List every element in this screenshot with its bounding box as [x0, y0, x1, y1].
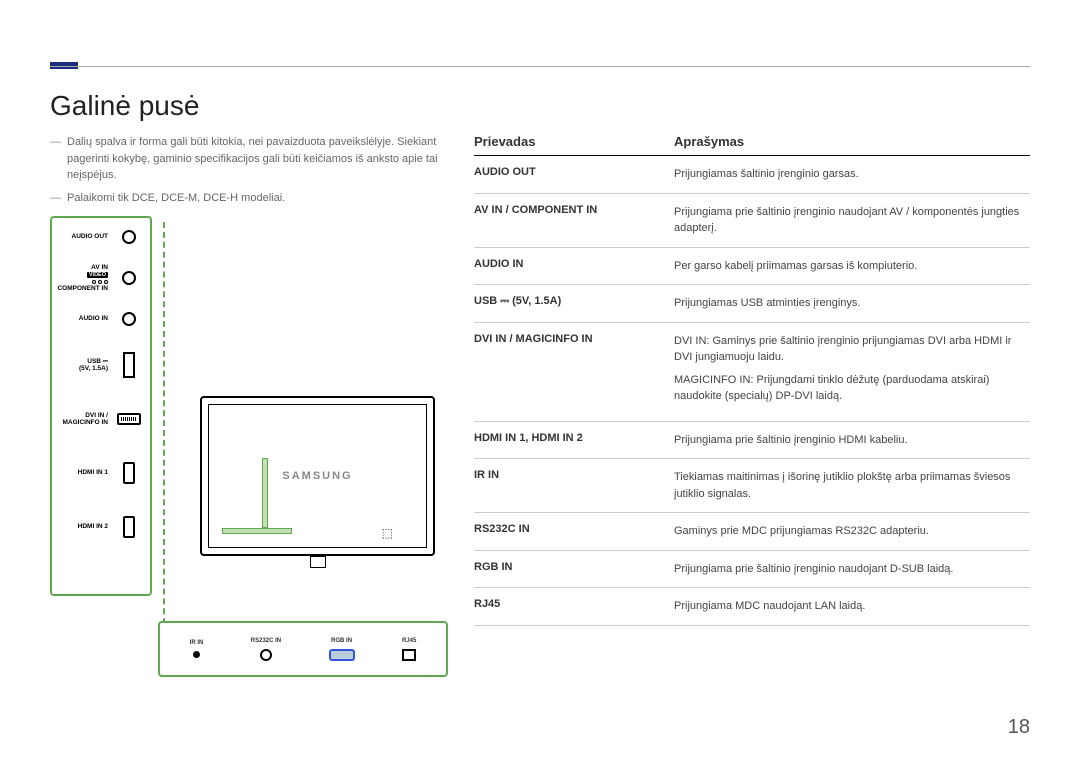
port-label: USB ⎓ (5V, 1.5A): [52, 358, 114, 372]
left-column: ― Dalių spalva ir forma gali būti kitoki…: [50, 134, 450, 716]
magicinfo-in-label: MAGICINFO IN: [52, 419, 108, 426]
table-row: AUDIO IN Per garso kabelį priimamas gars…: [474, 248, 1030, 286]
av-in-label: AV IN: [52, 264, 108, 271]
row-desc: Tiekiamas maitinimas į išorinę jutiklio …: [674, 469, 1030, 502]
port-hdmi-2: HDMI IN 2: [52, 500, 150, 554]
port-rj45: RJ45: [402, 638, 416, 661]
row-desc: Prijungiama prie šaltinio įrenginio HDMI…: [674, 432, 1030, 449]
table-row: IR IN Tiekiamas maitinimas į išorinę jut…: [474, 459, 1030, 513]
row-desc: Gaminys prie MDC prijungiamas RS232C ada…: [674, 523, 1030, 540]
port-label: DVI IN / MAGICINFO IN: [52, 412, 114, 426]
right-column: Prievadas Aprašymas AUDIO OUT Prijungiam…: [474, 134, 1030, 716]
vga-port-icon: [329, 649, 355, 661]
row-desc-para1: DVI IN: Gaminys prie šaltinio įrenginio …: [674, 333, 1030, 366]
port-label: HDMI IN 1: [52, 469, 114, 476]
table-row: AUDIO OUT Prijungiamas šaltinio įrengini…: [474, 156, 1030, 194]
port-label: AV IN VIDEO COMPONENT IN: [52, 264, 114, 291]
port-label: RGB IN: [331, 638, 352, 644]
row-port: USB ⎓ (5V, 1.5A): [474, 295, 674, 312]
note-1-text: Dalių spalva ir forma gali būti kitokia,…: [67, 134, 450, 184]
port-hdmi-1: HDMI IN 1: [52, 446, 150, 500]
row-desc: DVI IN: Gaminys prie šaltinio įrenginio …: [674, 333, 1030, 411]
port-rs232c-in: RS232C IN: [251, 638, 281, 661]
table-row: HDMI IN 1, HDMI IN 2 Prijungiama prie ša…: [474, 422, 1030, 460]
port-label: AUDIO IN: [52, 315, 114, 322]
usb-spec-label: (5V, 1.5A): [52, 365, 108, 372]
content-area: ― Dalių spalva ir forma gali būti kitoki…: [50, 134, 1030, 716]
dvi-port-icon: [117, 413, 141, 425]
port-usb: USB ⎓ (5V, 1.5A): [52, 338, 150, 392]
table-header-desc: Aprašymas: [674, 134, 1030, 149]
table-row: DVI IN / MAGICINFO IN DVI IN: Gaminys pr…: [474, 323, 1030, 422]
kensington-lock-icon: ⬚: [382, 526, 393, 540]
page-title: Galinė pusė: [50, 90, 1030, 122]
audio-jack-icon: [122, 271, 136, 285]
row-port: RJ45: [474, 598, 674, 615]
connector-line-vertical: [163, 222, 165, 644]
diagram-area: AUDIO OUT AV IN VIDEO COMPONENT IN AUDIO…: [50, 216, 450, 716]
table-row: USB ⎓ (5V, 1.5A) Prijungiamas USB atmint…: [474, 285, 1030, 323]
bottom-port-panel: IR IN RS232C IN RGB IN RJ45: [158, 621, 448, 677]
port-ir-in: IR IN: [190, 640, 204, 658]
note-1: ― Dalių spalva ir forma gali būti kitoki…: [50, 134, 450, 184]
usb-label: USB ⎓: [52, 358, 108, 365]
port-label: IR IN: [190, 640, 204, 646]
port-label: RJ45: [402, 638, 416, 644]
side-port-panel: AUDIO OUT AV IN VIDEO COMPONENT IN AUDIO…: [50, 216, 152, 596]
row-desc: Prijungiama MDC naudojant LAN laidą.: [674, 598, 1030, 615]
row-port: DVI IN / MAGICINFO IN: [474, 333, 674, 411]
row-port: IR IN: [474, 469, 674, 502]
row-port: AUDIO OUT: [474, 166, 674, 183]
table-row: RGB IN Prijungiama prie šaltinio įrengin…: [474, 551, 1030, 589]
table-header-row: Prievadas Aprašymas: [474, 134, 1030, 156]
table-row: RJ45 Prijungiama MDC naudojant LAN laidą…: [474, 588, 1030, 626]
row-port: HDMI IN 1, HDMI IN 2: [474, 432, 674, 449]
ir-jack-icon: [193, 651, 200, 658]
note-2-text: Palaikomi tik DCE, DCE-M, DCE-H modeliai…: [67, 190, 285, 207]
row-desc-para2: MAGICINFO IN: Prijungdami tinklo dėžutę …: [674, 372, 1030, 405]
note-dash-icon: ―: [50, 134, 61, 184]
row-port: AUDIO IN: [474, 258, 674, 275]
note-2: ― Palaikomi tik DCE, DCE-M, DCE-H modeli…: [50, 190, 450, 207]
row-port: RGB IN: [474, 561, 674, 578]
row-port: AV IN / COMPONENT IN: [474, 204, 674, 237]
port-label: HDMI IN 2: [52, 523, 114, 530]
port-label: RS232C IN: [251, 638, 281, 644]
row-desc: Prijungiama prie šaltinio įrenginio naud…: [674, 204, 1030, 237]
rj45-port-icon: [402, 649, 416, 661]
video-chip-icon: VIDEO: [87, 272, 108, 278]
audio-jack-icon: [122, 230, 136, 244]
monitor-stand-icon: [310, 556, 326, 568]
note-dash-icon: ―: [50, 190, 61, 207]
dvi-in-label: DVI IN /: [52, 412, 108, 419]
ports-table: Prievadas Aprašymas AUDIO OUT Prijungiam…: [474, 134, 1030, 626]
port-label: AUDIO OUT: [52, 233, 114, 240]
usb-port-label: USB ⎓ (5V, 1.5A): [474, 295, 561, 307]
component-in-label: COMPONENT IN: [52, 285, 108, 292]
usb-port-icon: [123, 352, 135, 378]
port-audio-out: AUDIO OUT: [52, 218, 150, 256]
port-av-component-in: AV IN VIDEO COMPONENT IN: [52, 256, 150, 300]
notes-block: ― Dalių spalva ir forma gali būti kitoki…: [50, 134, 450, 206]
table-header-port: Prievadas: [474, 134, 674, 149]
monitor-rear-illustration: SAMSUNG ⬚: [200, 396, 435, 556]
row-desc: Prijungiamas USB atminties įrenginys.: [674, 295, 1030, 312]
row-desc: Prijungiamas šaltinio įrenginio garsas.: [674, 166, 1030, 183]
row-port: RS232C IN: [474, 523, 674, 540]
hdmi-port-icon: [123, 462, 135, 484]
table-row: RS232C IN Gaminys prie MDC prijungiamas …: [474, 513, 1030, 551]
rs232c-jack-icon: [260, 649, 272, 661]
hdmi-port-icon: [123, 516, 135, 538]
port-dvi-magicinfo: DVI IN / MAGICINFO IN: [52, 392, 150, 446]
port-audio-in: AUDIO IN: [52, 300, 150, 338]
audio-jack-icon: [122, 312, 136, 326]
page-number: 18: [1008, 716, 1030, 739]
samsung-logo: SAMSUNG: [282, 470, 352, 482]
row-desc: Per garso kabelį priimamas garsas iš kom…: [674, 258, 1030, 275]
port-rgb-in: RGB IN: [329, 638, 355, 661]
table-row: AV IN / COMPONENT IN Prijungiama prie ša…: [474, 194, 1030, 248]
row-desc: Prijungiama prie šaltinio įrenginio naud…: [674, 561, 1030, 578]
header-rule: [50, 66, 1030, 67]
